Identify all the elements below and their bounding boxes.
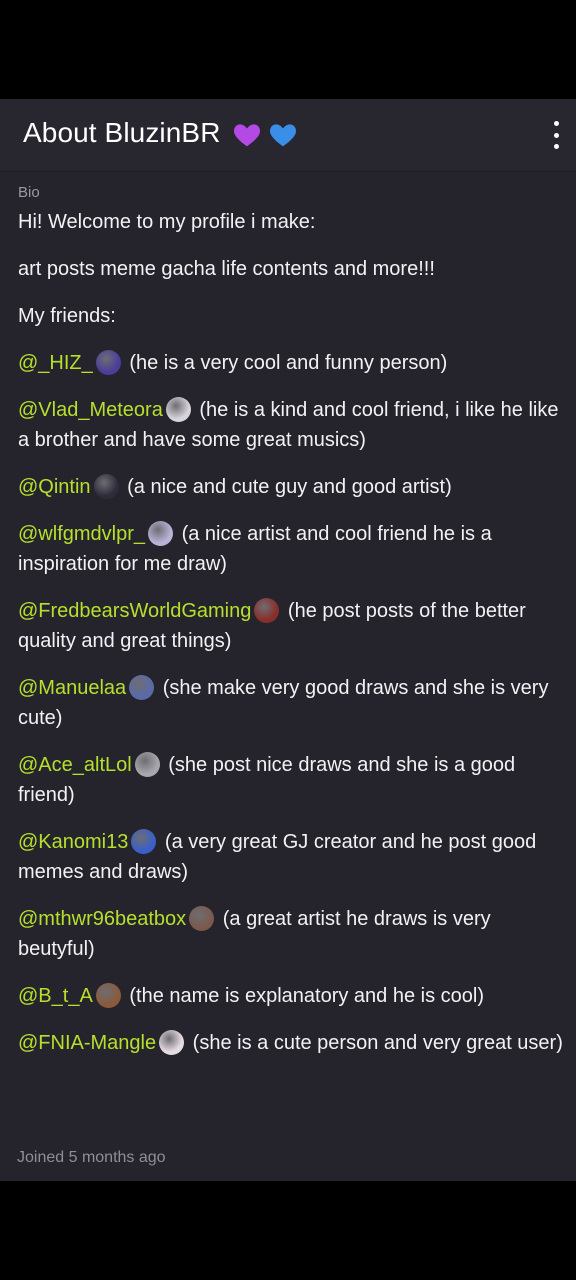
friend-mention-link[interactable]: @FNIA-Mangle	[18, 1032, 156, 1054]
page-title: About BluzinBR	[23, 117, 298, 150]
about-panel: About BluzinBR Bio Hi! Welcome to my pro…	[0, 99, 576, 1181]
friend-avatar[interactable]	[131, 829, 157, 854]
friend-avatar[interactable]	[159, 1030, 185, 1055]
friend-mention-link[interactable]: @Qintin	[18, 476, 91, 498]
friend-avatar[interactable]	[148, 521, 174, 546]
friend-mention-link[interactable]: @Kanomi13	[18, 831, 128, 853]
friend-note: (she is a cute person and very great use…	[187, 1032, 563, 1054]
friend-mention-link[interactable]: @Manuelaa	[18, 677, 126, 699]
friend-avatar[interactable]	[95, 983, 121, 1008]
bio-section: Bio Hi! Welcome to my profile i make: ar…	[18, 184, 570, 1058]
friends-list: @_HIZ_ (he is a very cool and funny pers…	[18, 348, 570, 1058]
page-title-text: About BluzinBR	[23, 117, 221, 148]
friend-entry: @Manuelaa (she make very good draws and …	[18, 673, 570, 733]
friend-entry: @_HIZ_ (he is a very cool and funny pers…	[18, 348, 570, 378]
friend-avatar[interactable]	[129, 675, 155, 700]
blue-heart-icon	[270, 123, 297, 146]
friend-entry: @FNIA-Mangle (she is a cute person and v…	[18, 1028, 570, 1058]
more-options-icon[interactable]	[548, 121, 564, 149]
friend-avatar[interactable]	[93, 474, 119, 499]
app-header: About BluzinBR	[0, 99, 576, 172]
bio-content-line: art posts meme gacha life contents and m…	[18, 258, 435, 280]
friends-heading: My friends:	[18, 305, 116, 327]
friend-mention-link[interactable]: @B_t_A	[18, 985, 93, 1007]
friend-mention-link[interactable]: @Ace_altLol	[18, 754, 132, 776]
friend-note: (he is a very cool and funny person)	[123, 352, 448, 374]
joined-date: Joined 5 months ago	[17, 1149, 166, 1166]
friend-entry: @Kanomi13 (a very great GJ creator and h…	[18, 827, 570, 887]
friend-avatar[interactable]	[189, 906, 215, 931]
friend-mention-link[interactable]: @wlfgmdvlpr_	[18, 523, 145, 545]
friend-avatar[interactable]	[95, 350, 121, 375]
friend-mention-link[interactable]: @FredbearsWorldGaming	[18, 600, 251, 622]
friend-mention-link[interactable]: @mthwr96beatbox	[18, 908, 186, 930]
friend-entry: @B_t_A (the name is explanatory and he i…	[18, 981, 570, 1011]
purple-heart-icon	[234, 123, 261, 146]
friend-entry: @FredbearsWorldGaming (he post posts of …	[18, 596, 570, 656]
friend-entry: @mthwr96beatbox (a great artist he draws…	[18, 904, 570, 964]
bio-intro: Hi! Welcome to my profile i make:	[18, 211, 316, 233]
bio-label: Bio	[18, 184, 40, 201]
friend-avatar[interactable]	[134, 752, 160, 777]
friend-avatar[interactable]	[254, 598, 280, 623]
friend-note: (a nice and cute guy and good artist)	[121, 476, 452, 498]
friend-entry: @Ace_altLol (she post nice draws and she…	[18, 750, 570, 810]
friend-entry: @Vlad_Meteora (he is a kind and cool fri…	[18, 395, 570, 455]
friend-mention-link[interactable]: @_HIZ_	[18, 352, 93, 374]
friend-note: (the name is explanatory and he is cool)	[123, 985, 484, 1007]
friend-avatar[interactable]	[165, 397, 191, 422]
friend-entry: @wlfgmdvlpr_ (a nice artist and cool fri…	[18, 519, 570, 579]
friend-entry: @Qintin (a nice and cute guy and good ar…	[18, 472, 570, 502]
friend-mention-link[interactable]: @Vlad_Meteora	[18, 399, 163, 421]
